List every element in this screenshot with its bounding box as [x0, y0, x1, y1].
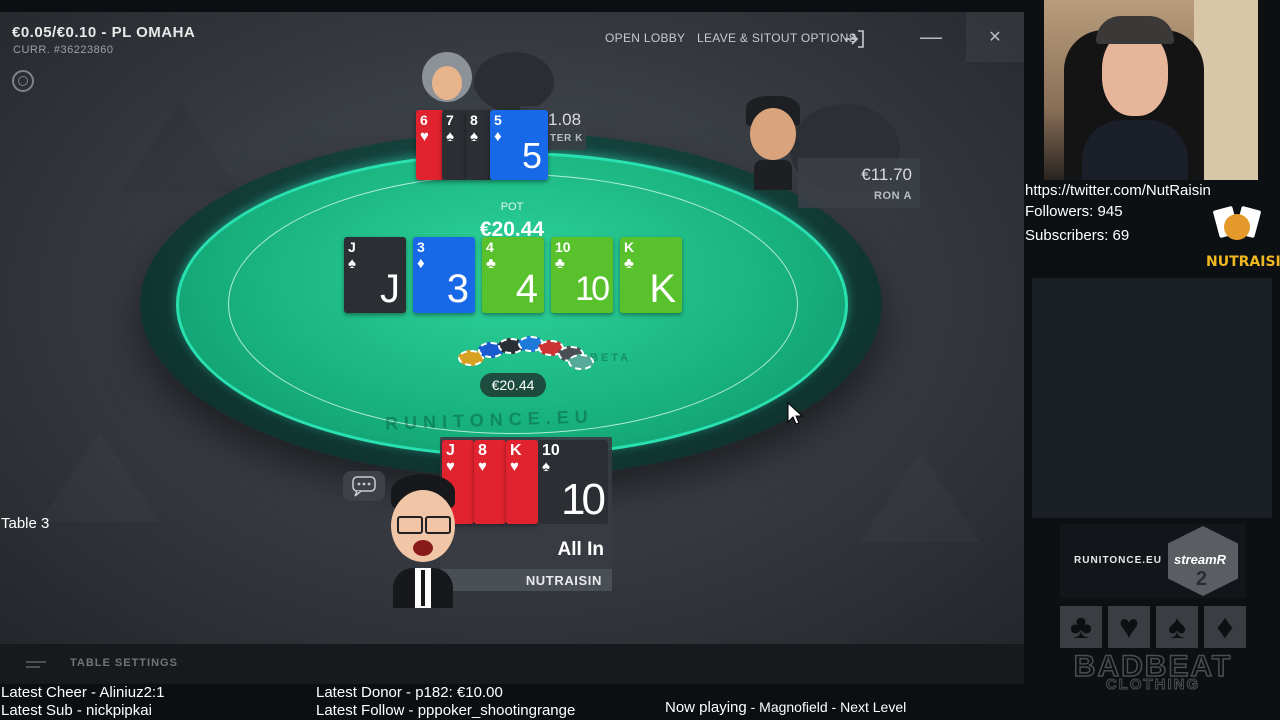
poker-table-window: €0.05/€0.10 - PL OMAHA CURR. #36223860 O…: [0, 12, 1024, 644]
right-player-plate: €11.70 RON A: [798, 158, 920, 208]
board-card-1: J ♠ J: [344, 237, 406, 313]
runitonce-logo-icon[interactable]: [12, 70, 34, 92]
mouse-cursor-icon: [787, 401, 804, 426]
top-player-stack: 1.08: [548, 110, 582, 129]
now-playing-label: Now playing: [665, 699, 747, 716]
pot-chips: [450, 330, 600, 375]
table-settings-button[interactable]: TABLE SETTINGS: [70, 657, 178, 669]
open-lobby-button[interactable]: OPEN LOBBY: [605, 31, 685, 45]
pot-label: POT: [500, 201, 524, 213]
top-player-card-4: 5 ♦ 5: [490, 110, 548, 180]
right-player-name: RON A: [873, 190, 912, 202]
hero-avatar: [385, 474, 461, 608]
now-playing-track: - Magnofield - Next Level: [746, 699, 907, 715]
runitonce-banner-text: RUNITONCE.EU: [1074, 555, 1162, 566]
nutraisin-mascot-logo: [1210, 205, 1264, 246]
stream-sidebar: https://twitter.com/NutRaisin Followers:…: [1024, 0, 1280, 720]
settings-handle-icon[interactable]: [26, 661, 46, 663]
right-player-avatar: [742, 94, 804, 194]
hero-status: All In: [557, 539, 604, 560]
latest-follow: Latest Follow - pppoker_shootingrange: [316, 702, 576, 719]
leave-sitout-button[interactable]: LEAVE & SITOUT OPTIONS: [697, 31, 857, 45]
background-pattern: [120, 102, 240, 192]
pot-chip-amount: €20.44: [480, 373, 546, 397]
badbeat-clothing-text: CLOTHING: [1105, 676, 1201, 694]
board-card-3: 4 ♣ 4: [482, 237, 544, 313]
top-player-card-3: 8 ♠: [466, 110, 492, 180]
top-player-avatar: [418, 52, 474, 110]
stream-chat-panel: [1032, 278, 1272, 518]
diamond-icon: ♦: [1204, 606, 1246, 648]
hero-card-3: K ♥: [506, 440, 538, 524]
nutraisin-logo-text: NUTRAISIN: [1206, 254, 1280, 270]
followers-count: Followers: 945: [1025, 203, 1123, 220]
subscribers-count: Subscribers: 69: [1025, 227, 1130, 244]
top-player-seat-shadow: [474, 52, 554, 112]
now-playing: Now playing - Magnofield - Next Level: [665, 699, 906, 716]
streamr-logo: streamR: [1174, 552, 1227, 567]
latest-donor: Latest Donor - p182: €10.00: [316, 684, 503, 701]
top-player-card-2: 7 ♠: [442, 110, 468, 180]
webcam-feed: [1044, 0, 1258, 180]
settings-handle-icon-line: [26, 666, 40, 668]
streamr-number: 2: [1196, 568, 1208, 590]
exit-icon[interactable]: [843, 29, 864, 48]
hero-card-2: 8 ♥: [474, 440, 506, 524]
minimize-button[interactable]: —: [902, 12, 960, 62]
currency-id: CURR. #36223860: [13, 44, 114, 56]
board-card-5: K ♣ K: [620, 237, 682, 313]
board-card-2: 3 ♦ 3: [413, 237, 475, 313]
stakes-title: €0.05/€0.10 - PL OMAHA: [12, 24, 196, 41]
right-player-stack: €11.70: [861, 165, 912, 184]
latest-sub: Latest Sub - nickpipkai: [1, 702, 152, 719]
top-player-name: TER K: [550, 133, 583, 144]
board-card-4: 10 ♣ 10: [551, 237, 613, 313]
spade-icon: ♠: [1156, 606, 1198, 648]
hero-card-4: 10 ♠ 10: [538, 440, 608, 524]
twitter-link[interactable]: https://twitter.com/NutRaisin: [1025, 182, 1211, 199]
latest-cheer: Latest Cheer - Aliniuz2:1: [1, 684, 165, 701]
club-icon: ♣: [1060, 606, 1102, 648]
badbeat-suits: ♣ ♥ ♠ ♦: [1060, 606, 1246, 650]
background-pattern: [860, 452, 980, 542]
close-button[interactable]: ✕: [966, 12, 1024, 62]
table-number-label: Table 3: [1, 515, 50, 532]
top-player-card-1: 6 ♥: [416, 110, 444, 180]
hero-name: NUTRAISIN: [525, 573, 602, 588]
chat-bubble-icon: [352, 476, 376, 497]
background-pattern: [40, 432, 160, 522]
chat-button[interactable]: [343, 471, 385, 501]
heart-icon: ♥: [1108, 606, 1150, 648]
runitonce-banner: RUNITONCE.EU streamR 2: [1060, 524, 1246, 598]
